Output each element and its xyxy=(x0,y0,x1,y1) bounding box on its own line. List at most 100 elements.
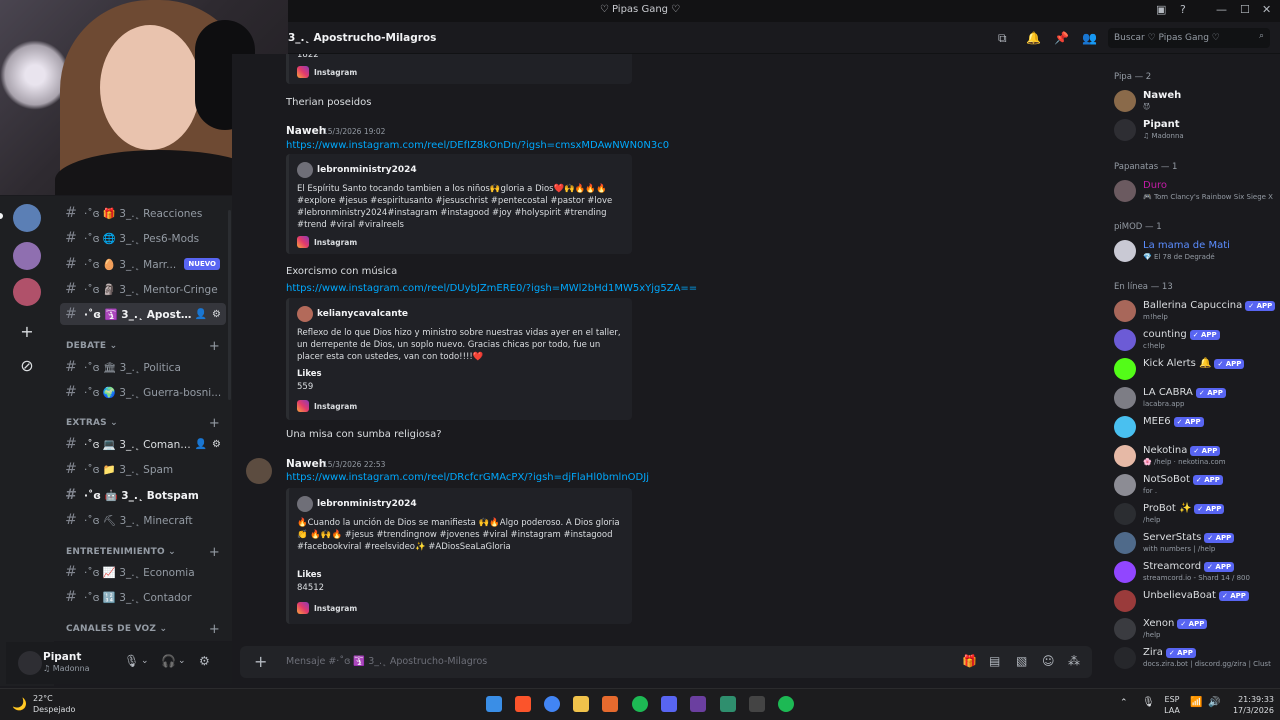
threads-icon[interactable]: ⧉ xyxy=(998,31,1007,46)
avatar[interactable] xyxy=(18,651,42,675)
member-item[interactable]: Naweh 😈 xyxy=(1114,88,1280,116)
sticker-icon[interactable]: ▧ xyxy=(1016,654,1027,668)
embed-author[interactable]: lebronministry2024 xyxy=(317,499,417,509)
gear-icon[interactable]: ⚙ xyxy=(212,439,221,450)
avatar[interactable] xyxy=(246,458,272,484)
category-canales-de-voz[interactable]: CANALES DE VOZ ⌄ + xyxy=(66,622,226,638)
help-icon[interactable]: ? xyxy=(1180,3,1186,16)
category-entretenimiento[interactable]: ENTRETENIMIENTO ⌄ + xyxy=(66,545,226,561)
message-link[interactable]: https://www.instagram.com/reel/DEfIZ8kOn… xyxy=(286,140,669,151)
member-item[interactable]: Xenon ✓ APP/help xyxy=(1114,616,1280,644)
server-icon[interactable] xyxy=(13,278,41,306)
close-button[interactable]: ✕ xyxy=(1262,3,1271,16)
member-item[interactable]: counting ✓ APP c!help xyxy=(1114,327,1280,355)
category-debate[interactable]: DEBATE ⌄ + xyxy=(66,339,226,355)
settings-gear-icon[interactable]: ⚙ xyxy=(199,654,210,668)
member-item[interactable]: Ballerina Capuccina ✓ APP m!help xyxy=(1114,298,1280,326)
channel-minecraft[interactable]: # ·˚ɞ ⛏ 3_.˛ Minecraft xyxy=(60,509,226,531)
message-link[interactable]: https://www.instagram.com/reel/DRcfcrGMA… xyxy=(286,472,649,483)
member-item[interactable]: Kick Alerts 🔔 ✓ APP xyxy=(1114,356,1280,384)
search-input[interactable]: Buscar ♡ Pipas Gang ♡ ⌕ xyxy=(1108,28,1270,48)
member-item[interactable]: MEE6 ✓ APP xyxy=(1114,414,1280,442)
message-link[interactable]: https://www.instagram.com/reel/DUybJZmER… xyxy=(286,283,697,294)
pin-icon[interactable]: 📌 xyxy=(1054,31,1069,45)
chrome-icon[interactable] xyxy=(544,696,560,712)
channel-pes6-mods[interactable]: # ·˚ɞ 🌐 3_.˛ Pes6-Mods xyxy=(60,227,226,249)
emoji-icon[interactable]: ☺ xyxy=(1042,654,1055,668)
folder-icon[interactable] xyxy=(573,696,589,712)
chevron-down-icon[interactable]: ⌄ xyxy=(178,656,186,666)
member-item[interactable]: UnbelievaBoat ✓ APP xyxy=(1114,588,1280,616)
app-icon[interactable] xyxy=(602,696,618,712)
discover-icon[interactable]: ⊘ xyxy=(16,355,38,377)
message-author[interactable]: Naweh xyxy=(286,125,326,137)
member-item[interactable]: Zira ✓ APP docs.zira.bot | discord.gg/zira… xyxy=(1114,645,1280,673)
microphone-icon[interactable]: 🎙 xyxy=(124,654,139,668)
channel-politica[interactable]: # ·˚ɞ 🏛 3_.˛ Politica xyxy=(60,356,226,378)
bell-icon[interactable]: 🔔 xyxy=(1026,31,1041,45)
volume-icon[interactable]: 🔊 xyxy=(1208,697,1220,708)
category-extras[interactable]: EXTRAS ⌄ + xyxy=(66,416,226,432)
wifi-icon[interactable]: 📶 xyxy=(1190,697,1202,708)
weather-widget[interactable]: 22°C Despejado xyxy=(33,693,75,715)
embed-author[interactable]: lebronministry2024 xyxy=(317,165,417,175)
channel-botspam[interactable]: # ·˚ɞ 🤖 3_.˛ Botspam xyxy=(60,484,226,506)
channel-contador[interactable]: # ·˚ɞ 🔢 3_.˛ Contador xyxy=(60,586,226,608)
apps-icon[interactable]: ⁂ xyxy=(1068,654,1080,668)
attach-plus-icon[interactable]: + xyxy=(254,652,267,671)
minimize-button[interactable]: — xyxy=(1216,3,1227,16)
app-icon[interactable] xyxy=(690,696,706,712)
gift-icon[interactable]: 🎁 xyxy=(962,654,977,668)
member-item[interactable]: Duro 🎮 Tom Clancy's Rainbow Six Siege X xyxy=(1114,178,1280,206)
invite-icon[interactable]: 👤 xyxy=(195,439,207,450)
channel-apostrucho[interactable]: # ·˚ɞ 🛐 3_.˛ Apostru... 👤 ⚙ xyxy=(60,303,226,325)
channel-scrollbar[interactable] xyxy=(228,210,231,400)
server-icon[interactable] xyxy=(13,204,41,232)
maximize-button[interactable]: ☐ xyxy=(1240,3,1250,16)
channel-reacciones[interactable]: # ·˚ɞ 🎁 3_.˛ Reacciones xyxy=(60,202,226,224)
headphones-icon[interactable]: 🎧 xyxy=(161,654,176,668)
inbox-icon[interactable]: ▣ xyxy=(1156,3,1166,16)
message-composer[interactable]: + Mensaje #·˚ɞ 🛐 3_.˛ Apostrucho-Milagro… xyxy=(240,646,1092,678)
discord-icon[interactable] xyxy=(661,696,677,712)
member-item[interactable]: Streamcord ✓ APP streamcord.io - Shard 14 … xyxy=(1114,559,1280,587)
spotify-icon[interactable] xyxy=(632,696,648,712)
embed-author[interactable]: kelianycavalcante xyxy=(317,309,408,319)
member-item[interactable]: La mama de Mati 💎 El 78 de Degradé xyxy=(1114,238,1280,266)
channel-comandos[interactable]: # ·˚ɞ 💻 3_.˛ Comand... 👤 ⚙ xyxy=(60,433,226,455)
chevron-down-icon[interactable]: ⌄ xyxy=(141,656,149,666)
add-channel-icon[interactable]: + xyxy=(209,622,220,637)
steam-icon[interactable] xyxy=(749,696,765,712)
member-item[interactable]: LA CABRA ✓ APP lacabra.app xyxy=(1114,385,1280,413)
language-indicator[interactable]: ESP LAA xyxy=(1160,694,1184,716)
add-server-icon[interactable]: + xyxy=(16,321,38,343)
brave-icon[interactable] xyxy=(515,696,531,712)
add-channel-icon[interactable]: + xyxy=(209,545,220,560)
gear-icon[interactable]: ⚙ xyxy=(212,309,221,320)
members-icon[interactable]: 👥 xyxy=(1082,31,1097,45)
microphone-tray-icon[interactable]: 🎙 xyxy=(1142,697,1155,708)
tray-chevron-icon[interactable]: ⌃ xyxy=(1120,698,1128,708)
avatar xyxy=(1114,329,1136,351)
channel-guerra-bosni[interactable]: # ·˚ɞ 🌍 3_.˛ Guerra-bosni... xyxy=(60,381,226,403)
message-input[interactable]: Mensaje #·˚ɞ 🛐 3_.˛ Apostrucho-Milagros xyxy=(286,656,487,667)
channel-marr[interactable]: # ·˚ɞ 🥚 3_.˛ Marr... NUEVO xyxy=(60,253,226,275)
member-item[interactable]: ProBot ✨ ✓ APP/help xyxy=(1114,501,1280,529)
add-channel-icon[interactable]: + xyxy=(209,416,220,431)
gif-icon[interactable]: ▤ xyxy=(989,654,1000,668)
invite-icon[interactable]: 👤 xyxy=(195,309,207,320)
app-icon[interactable] xyxy=(720,696,736,712)
server-icon[interactable] xyxy=(13,242,41,270)
clock[interactable]: 21:39:33 17/3/2026 xyxy=(1224,694,1274,716)
spotify-icon[interactable] xyxy=(778,696,794,712)
channel-spam[interactable]: # ·˚ɞ 📁 3_.˛ Spam xyxy=(60,458,226,480)
member-item[interactable]: Nekotina ✓ APP 🌸 /help · nekotina.com xyxy=(1114,443,1280,471)
member-item[interactable]: NotSoBot ✓ APP for . xyxy=(1114,472,1280,500)
member-item[interactable]: ServerStats ✓ APP with numbers | /help xyxy=(1114,530,1280,558)
add-channel-icon[interactable]: + xyxy=(209,339,220,354)
channel-mentor-cringe[interactable]: # ·˚ɞ 🗿 3_.˛ Mentor-Cringe xyxy=(60,278,226,300)
member-item[interactable]: Pipant ♫ Madonna xyxy=(1114,117,1280,145)
message-author[interactable]: Naweh xyxy=(286,458,326,470)
channel-economia[interactable]: # ·˚ɞ 📈 3_.˛ Economia xyxy=(60,561,226,583)
start-icon[interactable] xyxy=(486,696,502,712)
